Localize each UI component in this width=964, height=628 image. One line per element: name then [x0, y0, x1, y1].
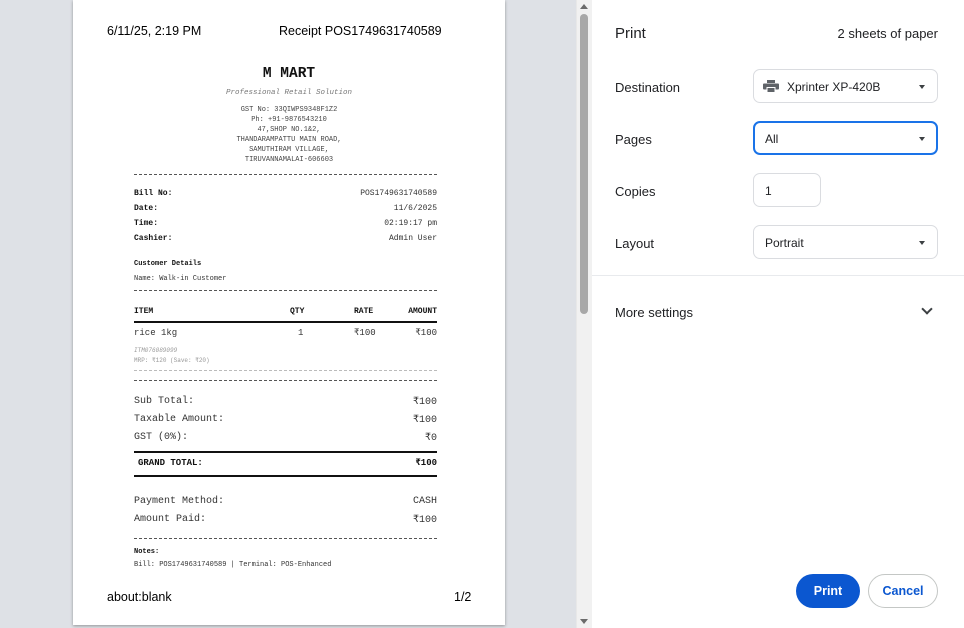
cashier-value: Admin User: [388, 234, 437, 243]
col-amount: AMOUNT: [408, 307, 437, 316]
item-name: rice 1kg: [134, 328, 178, 338]
notes-value: Bill: POS1749631740589 | Terminal: POS-E…: [134, 561, 332, 569]
pages-value: All: [765, 132, 779, 146]
pages-select[interactable]: All: [753, 121, 938, 155]
section-divider: [592, 275, 964, 276]
taxable-label: Taxable Amount:: [134, 414, 225, 425]
preview-page: 6/11/25, 2:19 PM Receipt POS174963174058…: [73, 0, 505, 625]
payment-label: Payment Method:: [134, 496, 225, 507]
cancel-button[interactable]: Cancel: [868, 574, 938, 608]
divider: [134, 380, 437, 381]
item-rate: ₹100: [354, 328, 376, 338]
notes-label: Notes:: [134, 548, 160, 556]
destination-value: Xprinter XP-420B: [787, 80, 881, 94]
item-mrp-text: MRP: ₹120 (Save: ₹20): [134, 357, 210, 364]
layout-select[interactable]: Portrait: [753, 225, 938, 259]
item-divider: [134, 370, 437, 371]
grand-total-rule-bottom: [134, 475, 437, 477]
chevron-down-icon: [919, 85, 925, 89]
print-preview: 6/11/25, 2:19 PM Receipt POS174963174058…: [0, 0, 576, 628]
subtotal-value: ₹100: [412, 397, 437, 408]
header-title: Receipt POS1749631740589: [279, 24, 442, 38]
bill-no-label: Bill No:: [134, 189, 173, 198]
destination-label: Destination: [615, 80, 681, 95]
store-address-line: THANDARAMPATTU MAIN ROAD,: [236, 136, 342, 144]
store-tagline: Professional Retail Solution: [225, 89, 353, 97]
store-address-line: TIRUVANNAMALAI-606603: [244, 156, 334, 164]
item-code-text: ITM076089099: [134, 347, 178, 354]
col-qty: QTY: [290, 307, 305, 316]
chevron-down-icon[interactable]: [921, 303, 933, 315]
divider: [134, 174, 437, 175]
customer-heading-text: Customer Details: [134, 260, 202, 268]
copies-value: 1: [765, 184, 772, 198]
print-settings-panel: Print 2 sheets of paper Destination Xpri…: [592, 0, 964, 628]
destination-select[interactable]: Xprinter XP-420B: [753, 69, 938, 103]
cashier-label: Cashier:: [134, 234, 173, 243]
chevron-down-icon: [919, 241, 925, 245]
item-qty: 1: [298, 328, 304, 338]
time-label: Time:: [134, 219, 159, 228]
divider: [134, 538, 437, 539]
time-value: 02:19:17 pm: [384, 219, 437, 228]
taxable-value: ₹100: [412, 415, 437, 426]
header-datetime: 6/11/25, 2:19 PM: [107, 24, 202, 38]
col-item: ITEM: [134, 307, 154, 316]
store-name: M MART: [262, 66, 316, 82]
layout-label: Layout: [615, 236, 655, 251]
pages-label: Pages: [615, 132, 652, 147]
item-amount: ₹100: [415, 328, 437, 338]
printer-icon: [763, 80, 779, 93]
grand-total-label: GRAND TOTAL:: [138, 458, 203, 468]
paid-value: ₹100: [412, 515, 437, 526]
grand-total-rule-top: [134, 451, 437, 453]
customer-name-text: Name: Walk-in Customer: [134, 275, 227, 283]
divider: [134, 290, 437, 291]
gst-value: ₹0: [424, 433, 437, 444]
subtotal-label: Sub Total:: [134, 396, 195, 407]
grand-total-value: ₹100: [415, 458, 437, 468]
paid-label: Amount Paid:: [134, 514, 207, 525]
footer-url: about:blank: [107, 590, 172, 604]
more-settings-toggle[interactable]: More settings: [615, 305, 693, 320]
footer-page-number: 1/2: [454, 590, 472, 604]
col-rate: RATE: [354, 307, 374, 316]
date-value: 11/6/2025: [393, 204, 437, 213]
store-address-line: SAMUTHIRAM VILLAGE,: [249, 146, 329, 154]
store-gst: GST No: 33QIWPS9348F1Z2: [240, 106, 338, 114]
chevron-down-icon: [919, 137, 925, 141]
bill-no-value: POS1749631740589: [360, 189, 437, 198]
copies-label: Copies: [615, 184, 656, 199]
payment-value: CASH: [412, 496, 437, 507]
layout-value: Portrait: [765, 236, 804, 250]
print-title: Print: [615, 25, 646, 42]
scroll-up-arrow-icon[interactable]: [580, 4, 588, 9]
store-phone: Ph: +91-9876543210: [251, 116, 327, 124]
gst-label: GST (0%):: [134, 432, 189, 443]
sheet-count: 2 sheets of paper: [837, 26, 938, 41]
date-label: Date:: [134, 204, 159, 213]
scrollbar-thumb[interactable]: [580, 14, 588, 314]
table-header-rule: [134, 321, 437, 323]
copies-input[interactable]: 1: [753, 173, 821, 207]
print-button[interactable]: Print: [796, 574, 860, 608]
store-address-line: 47,SHOP NO.1&2,: [257, 126, 321, 134]
scroll-down-arrow-icon[interactable]: [580, 619, 588, 624]
